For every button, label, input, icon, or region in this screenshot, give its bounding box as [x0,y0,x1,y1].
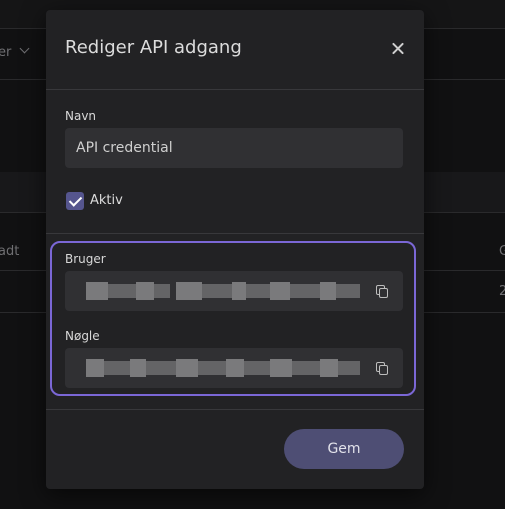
key-field[interactable] [65,348,403,388]
background-header-text: er [0,45,12,60]
copy-user-icon[interactable] [371,282,389,300]
save-button[interactable]: Gem [284,429,404,469]
chevron-down-icon [19,43,30,54]
key-masked-value [76,348,366,388]
user-masked-value [76,271,366,311]
name-input[interactable]: API credential [65,128,403,168]
copy-key-icon[interactable] [371,359,389,377]
active-label[interactable]: Aktiv [90,193,123,208]
active-checkbox[interactable] [66,192,84,210]
edit-api-access-dialog: Rediger API adgang Navn API credential A… [46,10,424,489]
footer-divider [46,409,424,410]
dialog-title: Rediger API adgang [65,37,242,58]
user-label: Bruger [65,252,106,266]
background-column-header: G [499,244,505,259]
section-divider [46,233,424,234]
close-icon[interactable] [388,39,408,59]
key-label: Nøgle [65,329,100,343]
background-column-header: adt [0,244,20,259]
background-cell: 2 [499,284,505,299]
header-divider [46,89,424,90]
user-field[interactable] [65,271,403,311]
name-label: Navn [65,109,97,123]
